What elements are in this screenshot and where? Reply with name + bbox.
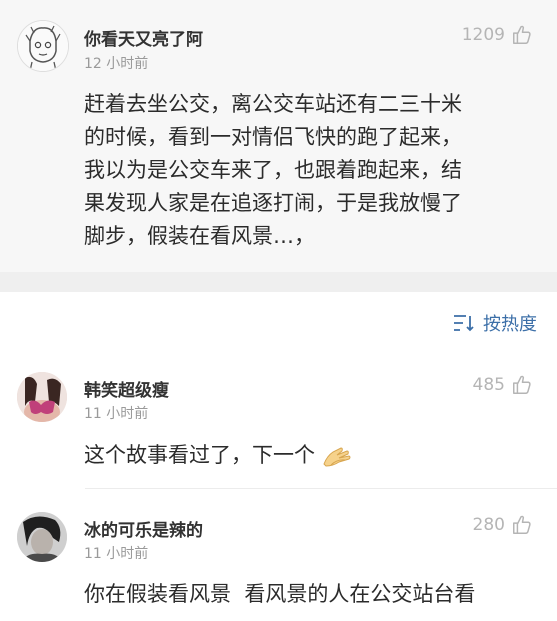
comment-text-line: 的时候，看到一对情侣飞快的跑了起来，	[84, 125, 462, 149]
reply-text: 你在假装看风景 看风景的人在公交站台看	[84, 582, 476, 606]
reply-text-content: 这个故事看过了，下一个	[84, 443, 315, 467]
sort-icon	[454, 315, 474, 332]
like-button[interactable]: 1209	[462, 24, 533, 46]
comment-time: 12 小时前	[84, 56, 149, 72]
reply-text: 这个故事看过了，下一个	[84, 439, 353, 472]
avatar[interactable]	[17, 372, 67, 422]
comment-username[interactable]: 你看天又亮了阿	[84, 25, 203, 50]
sort-label: 按热度	[483, 314, 537, 335]
clapping-hands-emoji-icon	[323, 447, 351, 467]
photo-avatar-icon	[17, 372, 67, 422]
like-count: 1209	[461, 25, 505, 45]
photo-avatar-icon	[17, 512, 67, 562]
like-button[interactable]: 485	[473, 374, 533, 396]
avatar[interactable]	[17, 20, 69, 72]
sort-by-hot-button[interactable]: 按热度	[453, 310, 537, 336]
like-count: 485	[472, 375, 505, 395]
comment-text-line: 我以为是公交车来了，也跟着跑起来，结	[84, 158, 462, 182]
comment-text-line: 赶着去坐公交，离公交车站还有二三十米	[84, 92, 462, 116]
comment-text-line: 脚步，假装在看风景…，	[84, 224, 315, 248]
thumbs-up-icon	[513, 25, 531, 44]
thumbs-up-icon	[513, 515, 531, 534]
reply-username[interactable]: 韩笑超级瘦	[84, 376, 169, 401]
like-count: 280	[472, 515, 505, 535]
comment-text: 赶着去坐公交，离公交车站还有二三十米 的时候，看到一对情侣飞快的跑了起来， 我以…	[84, 88, 462, 253]
cartoon-avatar-icon	[18, 21, 68, 71]
avatar[interactable]	[17, 512, 67, 562]
reply-time: 11 小时前	[84, 406, 149, 422]
section-divider	[0, 272, 557, 292]
sort-bar: 按热度	[0, 292, 557, 348]
divider	[85, 488, 557, 489]
reply-username[interactable]: 冰的可乐是辣的	[84, 516, 203, 541]
main-comment: 你看天又亮了阿 12 小时前 1209 赶着去坐公交，离公交车站还有二三十米 的…	[0, 0, 557, 272]
comment-text-line: 果发现人家是在追逐打闹，于是我放慢了	[84, 191, 462, 215]
like-button[interactable]: 280	[473, 514, 533, 536]
thumbs-up-icon	[513, 375, 531, 394]
reply-time: 11 小时前	[84, 546, 149, 562]
